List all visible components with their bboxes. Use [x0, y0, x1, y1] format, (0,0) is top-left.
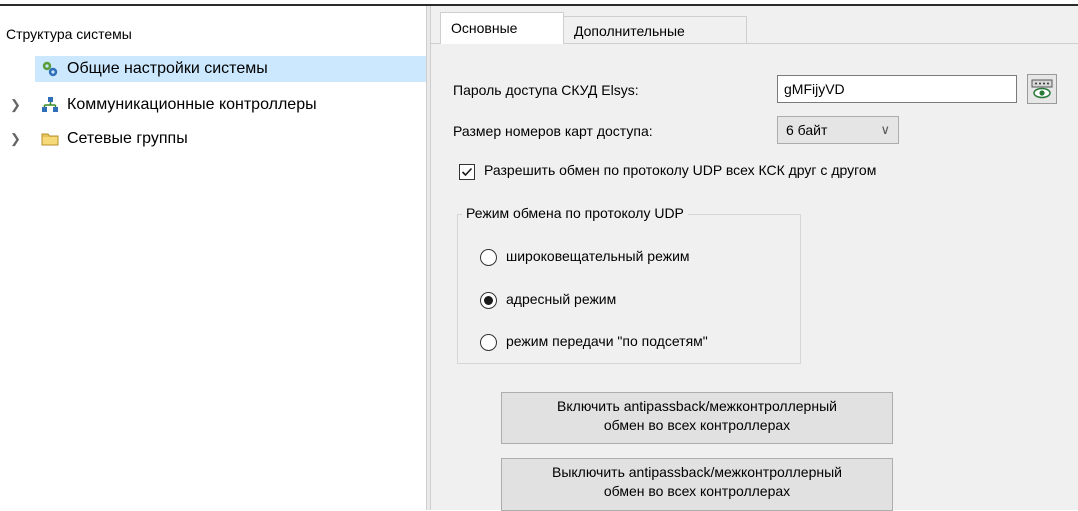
- udp-mode-group-title: Режим обмена по протоколу UDP: [462, 205, 688, 221]
- tree-item-general-settings[interactable]: Общие настройки системы: [35, 56, 426, 82]
- tree-item-network-groups[interactable]: ❯ Сетевые группы: [0, 126, 426, 152]
- radio-subnet-mode[interactable]: [480, 334, 497, 351]
- gears-icon: [41, 60, 59, 78]
- settings-panel: Основные Дополнительные Пароль доступа С…: [431, 6, 1078, 511]
- tab-bar: Основные Дополнительные: [431, 6, 1078, 44]
- card-size-value: 6 байт: [786, 122, 828, 138]
- udp-exchange-checkbox[interactable]: [459, 164, 475, 180]
- tab-additional[interactable]: Дополнительные: [563, 16, 747, 44]
- eye-icon: [1031, 79, 1053, 99]
- disable-antipassback-button[interactable]: Выключить antipassback/межконтроллерный …: [501, 458, 893, 511]
- card-size-select[interactable]: 6 байт ∨: [777, 116, 899, 144]
- chevron-right-icon[interactable]: ❯: [10, 92, 21, 118]
- tab-page-main: Пароль доступа СКУД Elsys: gMFijyVD Разм…: [431, 43, 1078, 511]
- radio-address-label[interactable]: адресный режим: [506, 291, 616, 307]
- chevron-down-icon: ∨: [880, 122, 890, 137]
- udp-exchange-label[interactable]: Разрешить обмен по протоколу UDP всех КС…: [484, 162, 876, 178]
- radio-address-mode[interactable]: [480, 292, 497, 309]
- tree-item-label: Общие настройки системы: [67, 60, 268, 77]
- tree-item-label: Коммуникационные контроллеры: [67, 96, 317, 113]
- tab-main[interactable]: Основные: [440, 12, 564, 44]
- system-structure-tree: Структура системы Общие настройки систем…: [0, 6, 426, 510]
- show-password-button[interactable]: [1027, 74, 1057, 104]
- card-size-label: Размер номеров карт доступа:: [453, 123, 653, 139]
- checkmark-icon: [461, 167, 473, 177]
- enable-button-line2: обмен во всех контроллерах: [603, 417, 791, 433]
- network-icon: [41, 96, 59, 114]
- disable-button-line1: Выключить antipassback/межконтроллерный: [552, 464, 842, 480]
- radio-broadcast-mode[interactable]: [480, 249, 497, 266]
- password-label: Пароль доступа СКУД Elsys:: [453, 82, 639, 98]
- folder-icon: [41, 130, 59, 148]
- radio-subnet-label[interactable]: режим передачи "по подсетям": [506, 333, 708, 349]
- tree-item-comm-controllers[interactable]: ❯ Коммуникационные контроллеры: [0, 92, 426, 118]
- enable-antipassback-button[interactable]: Включить antipassback/межконтроллерный о…: [501, 392, 893, 444]
- radio-selected-dot: [484, 296, 493, 305]
- chevron-right-icon[interactable]: ❯: [10, 126, 21, 152]
- disable-button-line2: обмен во всех контроллерах: [603, 483, 791, 499]
- udp-mode-group: Режим обмена по протоколу UDP широковеща…: [457, 205, 801, 364]
- tree-title: Структура системы: [6, 26, 132, 42]
- radio-broadcast-label[interactable]: широковещательный режим: [506, 248, 690, 264]
- password-field[interactable]: gMFijyVD: [777, 75, 1017, 103]
- tree-item-label: Сетевые группы: [67, 130, 188, 147]
- enable-button-line1: Включить antipassback/межконтроллерный: [557, 398, 837, 414]
